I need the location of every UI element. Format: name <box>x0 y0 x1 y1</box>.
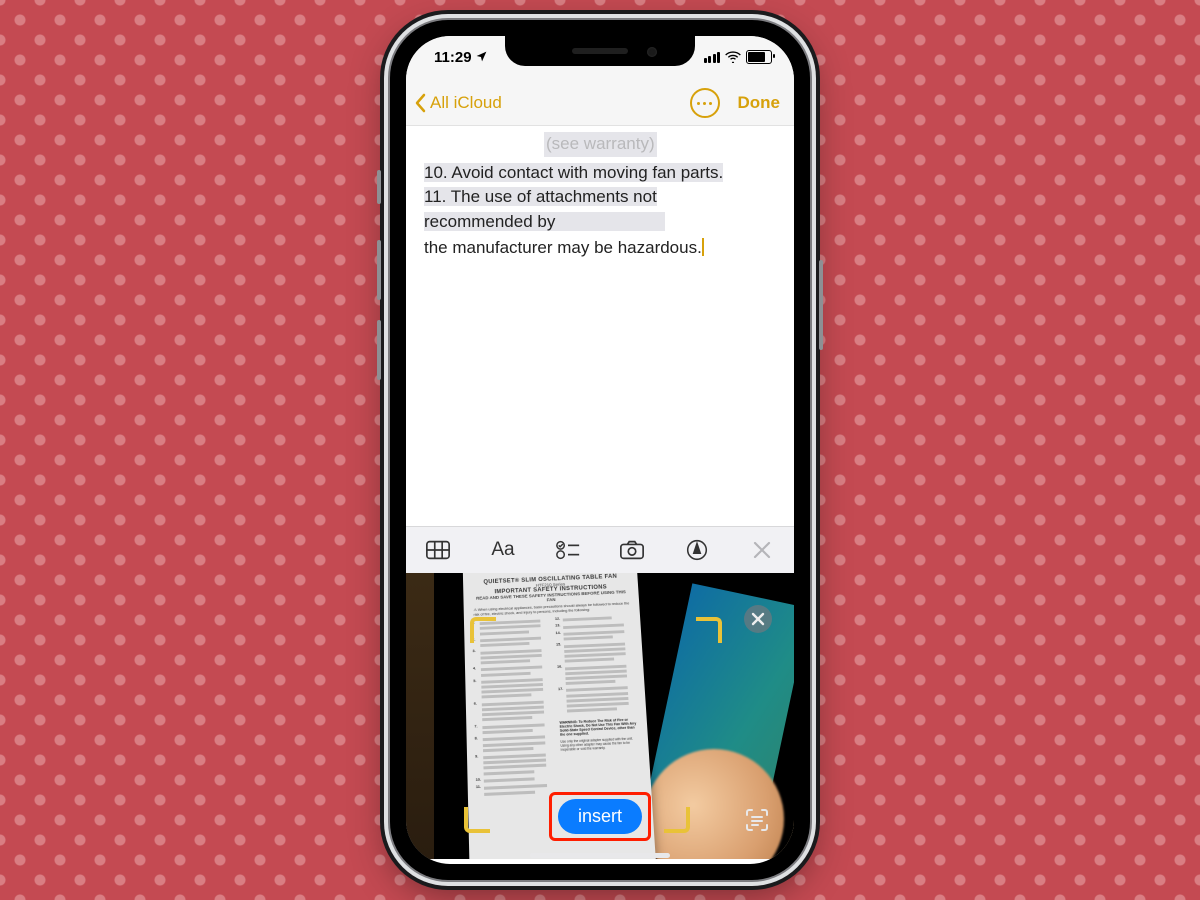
volume-down-button <box>377 320 381 380</box>
side-button <box>819 260 823 350</box>
notch <box>505 36 695 66</box>
live-text-camera-panel: QUIETSET® SLIM OSCILLATING TABLE FAN HTF… <box>406 573 794 859</box>
close-icon <box>751 612 765 626</box>
doc-col-right: 12. 13. 14. 15. 16. 17. WARNING: To Redu… <box>555 614 643 795</box>
scan-bracket-br <box>664 807 690 833</box>
chevron-left-icon <box>414 93 426 113</box>
doc-col-left: 1. 2. 3. 4. 5. 6. 7. 8. 9. 10. 11. <box>472 618 557 799</box>
text-format-button[interactable]: Aa <box>490 539 516 561</box>
back-button[interactable]: All iCloud <box>406 93 502 113</box>
doc-right-warn2: Use only the original adapter supplied w… <box>560 737 640 753</box>
status-time: 11:29 <box>434 49 472 66</box>
page-background: 11:29 <box>0 0 1200 900</box>
status-right <box>704 50 773 64</box>
more-button[interactable] <box>690 88 720 118</box>
nav-actions: Done <box>690 88 781 118</box>
insert-button[interactable]: insert <box>558 799 642 834</box>
doc-columns: 1. 2. 3. 4. 5. 6. 7. 8. 9. 10. 11. <box>472 614 643 798</box>
note-blank-area[interactable] <box>406 266 794 526</box>
nav-bar: All iCloud Done <box>406 81 794 126</box>
scan-bracket-tl <box>470 617 496 643</box>
volume-up-button <box>377 240 381 300</box>
back-label: All iCloud <box>430 93 502 113</box>
note-line-2a: 11. The use of attachments not <box>424 187 657 206</box>
live-text-button[interactable] <box>742 805 772 835</box>
close-camera-button[interactable] <box>744 605 772 633</box>
text-caret <box>702 238 704 256</box>
front-camera <box>647 47 657 57</box>
screen: 11:29 <box>406 36 794 864</box>
insert-highlight-box: insert <box>549 792 651 841</box>
note-body[interactable]: (see warranty) 10. Avoid contact with mo… <box>406 126 794 266</box>
home-indicator[interactable] <box>530 853 670 858</box>
markup-icon[interactable] <box>684 539 710 561</box>
note-faded-prev: (see warranty) <box>544 132 657 157</box>
iphone-frame: 11:29 <box>390 20 810 880</box>
ellipsis-icon <box>697 102 712 105</box>
camera-icon[interactable] <box>619 539 645 561</box>
scan-bracket-bl <box>464 807 490 833</box>
wifi-icon <box>725 51 741 63</box>
table-icon[interactable] <box>425 539 451 561</box>
speaker <box>572 48 628 54</box>
mute-switch <box>377 170 381 204</box>
format-toolbar: Aa <box>406 526 794 573</box>
live-text-icon <box>743 806 771 834</box>
cellular-icon <box>704 52 721 63</box>
camera-bg-edge <box>406 573 434 859</box>
location-icon <box>475 50 488 63</box>
done-button[interactable]: Done <box>738 93 781 113</box>
note-line-2b: recommended by <box>424 212 665 231</box>
scan-bracket-tr <box>696 617 722 643</box>
note-line-3: the manufacturer may be hazardous. <box>424 238 702 257</box>
note-line-1: 10. Avoid contact with moving fan parts. <box>424 163 723 182</box>
close-toolbar-button[interactable] <box>749 539 775 561</box>
doc-right-warn1: WARNING: To Reduce The Risk of Fire or E… <box>559 718 639 737</box>
checklist-icon[interactable] <box>555 539 581 561</box>
battery-icon <box>746 50 772 64</box>
